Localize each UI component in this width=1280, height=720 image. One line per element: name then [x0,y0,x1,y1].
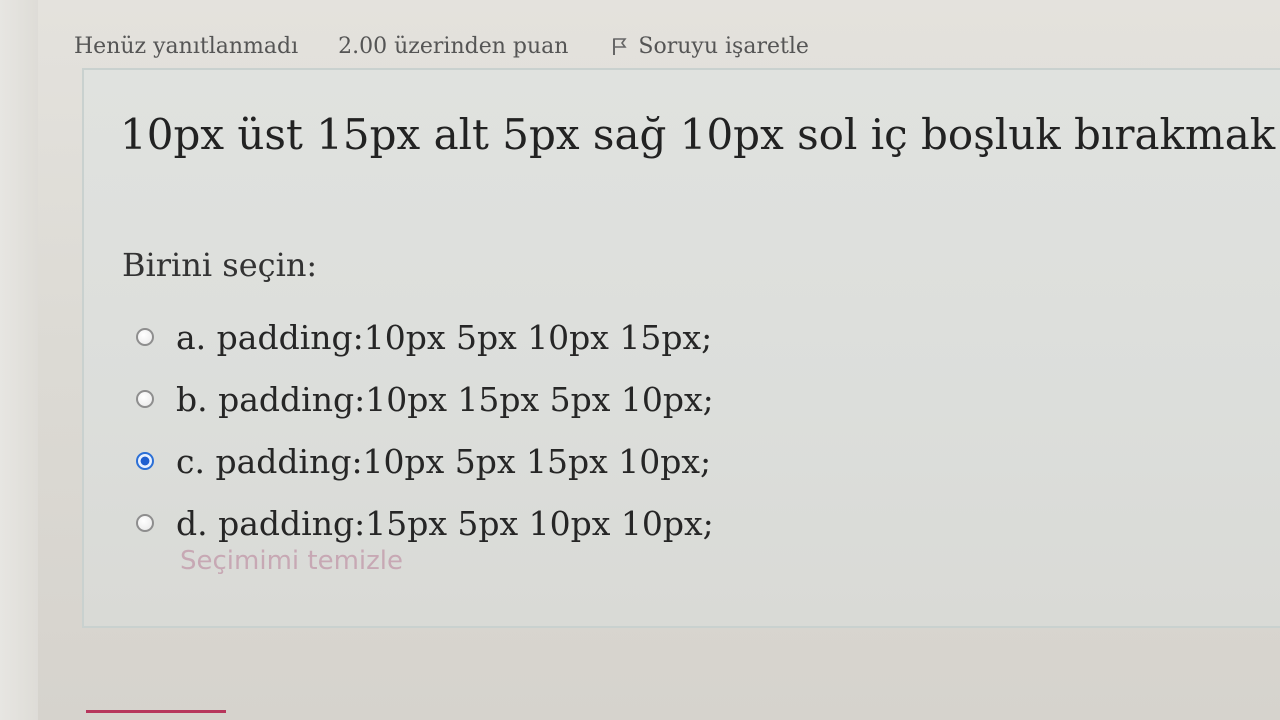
radio-a[interactable] [136,328,154,346]
question-box: 10px üst 15px alt 5px sağ 10px sol iç bo… [82,68,1280,628]
question-text: 10px üst 15px alt 5px sağ 10px sol iç bo… [120,110,1276,159]
answer-option-d[interactable]: d. padding:15px 5px 10px 10px; [136,492,714,554]
answer-label-b[interactable]: b. padding:10px 15px 5px 10px; [176,380,714,419]
question-state: Henüz yanıtlanmadı [74,33,299,59]
quiz-screen: Henüz yanıtlanmadı 2.00 üzerinden puan S… [0,0,1280,720]
answer-option-b[interactable]: b. padding:10px 15px 5px 10px; [136,368,714,430]
radio-c[interactable] [136,452,154,470]
question-info-bar: Henüz yanıtlanmadı 2.00 üzerinden puan S… [74,30,809,62]
radio-d[interactable] [136,514,154,532]
flag-question-label[interactable]: Soruyu işaretle [638,34,808,59]
flag-icon [610,36,628,56]
question-grade: 2.00 üzerinden puan [338,33,569,59]
answer-list: a. padding:10px 5px 10px 15px; b. paddin… [136,306,714,554]
answer-option-a[interactable]: a. padding:10px 5px 10px 15px; [136,306,714,368]
answer-prompt: Birini seçin: [122,246,318,284]
flag-question-link[interactable]: Soruyu işaretle [610,34,809,59]
answer-label-d[interactable]: d. padding:15px 5px 10px 10px; [176,504,714,543]
answer-label-a[interactable]: a. padding:10px 5px 10px 15px; [176,318,712,357]
answer-label-c[interactable]: c. padding:10px 5px 15px 10px; [176,442,711,481]
answer-option-c[interactable]: c. padding:10px 5px 15px 10px; [136,430,714,492]
left-edge [0,0,38,720]
radio-b[interactable] [136,390,154,408]
bottom-accent-line [86,710,226,713]
clear-selection-link[interactable]: Seçimimi temizle [180,546,403,576]
